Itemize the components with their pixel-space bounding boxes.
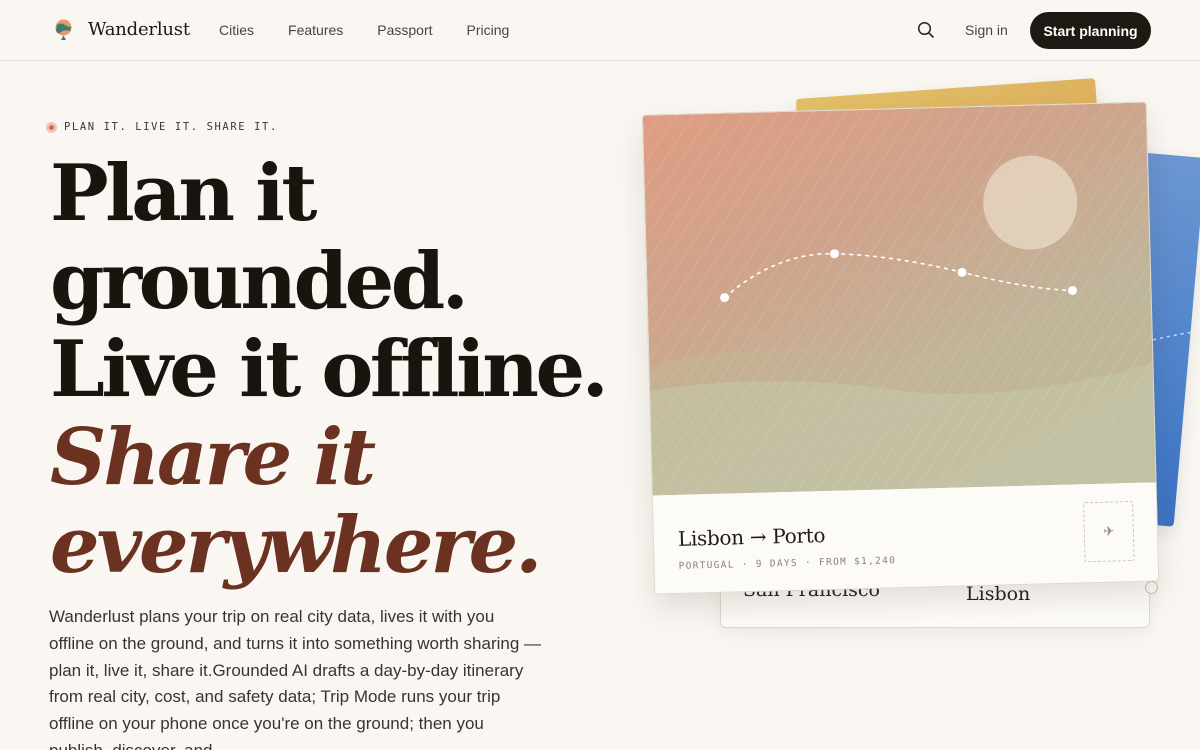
top-navigation: Wanderlust Cities Features Passport Pric… (0, 0, 1200, 61)
plane-icon: ✈ (1083, 500, 1135, 563)
under-card-destination: Lisbon (966, 583, 1031, 605)
nav-link-cities[interactable]: Cities (219, 22, 254, 38)
headline-line-3: Live it offline. (50, 324, 609, 415)
globe-pin-icon (55, 19, 72, 40)
brand-name: Wanderlust (88, 19, 190, 40)
headline-accent-1: Share it (50, 412, 376, 503)
brand-link[interactable]: Wanderlust (53, 18, 190, 41)
hero-eyebrow: PLAN IT. LIVE IT. SHARE IT. (46, 121, 278, 133)
trip-route-title: Lisbon → Porto (677, 523, 826, 551)
headline-accent-2: everywhere. (50, 500, 542, 591)
start-planning-button[interactable]: Start planning (1030, 12, 1151, 49)
sign-in-link[interactable]: Sign in (965, 22, 1008, 38)
landscape-illustration (642, 102, 1158, 496)
headline-line-2: grounded. (50, 236, 469, 327)
hero-description: Wanderlust plans your trip on real city … (49, 607, 542, 750)
status-dot-icon (46, 121, 57, 133)
nav-link-passport[interactable]: Passport (377, 22, 432, 38)
trip-route-meta: PORTUGAL · 9 DAYS · FROM $1,240 (678, 555, 897, 572)
search-icon[interactable] (917, 21, 935, 39)
headline-line-1: Plan it (50, 148, 317, 239)
trip-card-illustration (642, 102, 1158, 496)
nav-link-pricing[interactable]: Pricing (467, 22, 510, 38)
trip-card-footer: Lisbon → Porto PORTUGAL · 9 DAYS · FROM … (652, 482, 1160, 595)
eyebrow-text: PLAN IT. LIVE IT. SHARE IT. (64, 121, 278, 133)
primary-nav: Cities Features Passport Pricing (219, 22, 543, 38)
hero-headline: Plan it grounded. Live it offline. Share… (50, 150, 650, 590)
trip-card-lisbon-porto[interactable]: Lisbon → Porto PORTUGAL · 9 DAYS · FROM … (641, 101, 1160, 595)
nav-link-features[interactable]: Features (288, 22, 343, 38)
route-node-icon (1145, 581, 1158, 594)
